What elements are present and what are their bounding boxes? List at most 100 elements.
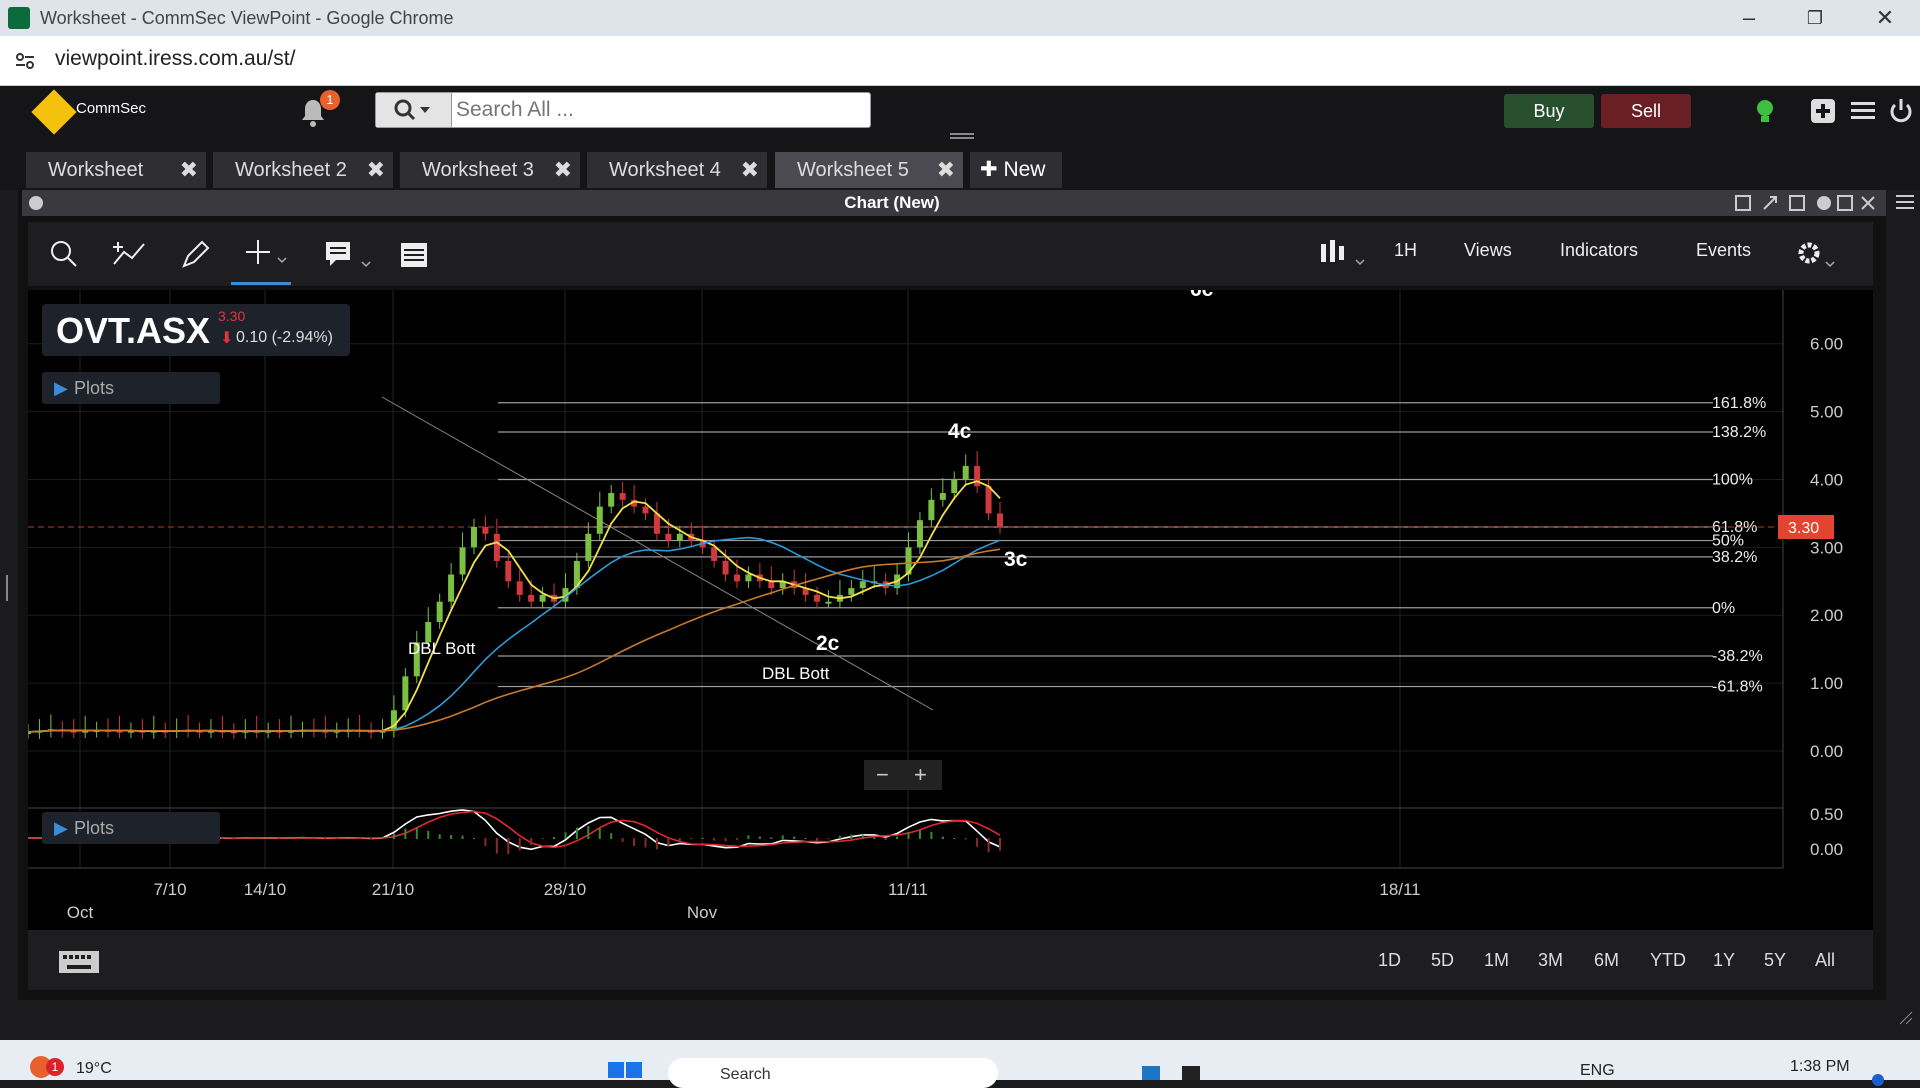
histogram-bar	[781, 835, 784, 839]
site-settings-icon[interactable]	[14, 50, 36, 72]
candle-body	[745, 574, 752, 582]
candle-body	[585, 533, 592, 561]
range-1m[interactable]: 1M	[1484, 950, 1509, 971]
chart-toolbar: 1H Views Indicators Events	[28, 222, 1873, 286]
views-dropdown[interactable]: Views	[1464, 240, 1512, 261]
histogram-bar	[530, 838, 533, 846]
range-3m[interactable]: 3M	[1538, 950, 1563, 971]
search-type-button[interactable]	[376, 93, 452, 127]
tab-worksheet-1[interactable]: Worksheet ✖	[26, 152, 206, 188]
histogram-bar	[404, 828, 407, 839]
close-tab-icon[interactable]: ✖	[937, 152, 955, 188]
close-icon[interactable]: ✕	[1870, 4, 1900, 32]
taskbar-apps[interactable]	[1142, 1060, 1282, 1080]
settings-gear-icon[interactable]	[1796, 240, 1846, 270]
range-5y[interactable]: 5Y	[1764, 950, 1786, 971]
panel-window-controls[interactable]	[1734, 194, 1884, 212]
range-6m[interactable]: 6M	[1594, 950, 1619, 971]
power-icon[interactable]	[1886, 96, 1916, 126]
price-axis-tick: 4.00	[1810, 470, 1843, 489]
comment-icon[interactable]	[324, 240, 372, 270]
close-tab-icon[interactable]: ✖	[741, 152, 759, 188]
lightbulb-icon[interactable]	[1750, 96, 1780, 126]
range-1d[interactable]: 1D	[1378, 950, 1401, 971]
restore-icon[interactable]: ❐	[1800, 4, 1830, 32]
histogram-bar	[724, 838, 727, 842]
tab-label: Worksheet 3	[422, 159, 534, 181]
new-tab-button[interactable]: ✚ New	[970, 152, 1062, 188]
histogram-bar	[564, 832, 567, 839]
chart-area[interactable]: 6.00 5.00 4.00 3.00 2.00 1.00 0.00 161.8% 138.2%…	[25, 278, 1873, 930]
wave-annotation: DBL Bott	[762, 664, 830, 683]
histogram-bar	[644, 838, 647, 848]
buy-button[interactable]: Buy	[1504, 94, 1594, 128]
candle-body	[459, 547, 466, 575]
wave-annotation: 4c	[948, 420, 972, 443]
candle-body	[814, 594, 821, 602]
symbol-price: 3.30	[218, 308, 246, 324]
candle-body	[848, 588, 855, 595]
histogram-bar	[438, 834, 441, 839]
clock-time[interactable]: 1:38 PM	[1790, 1058, 1850, 1076]
close-tab-icon[interactable]: ✖	[554, 152, 572, 188]
resize-corner-icon[interactable]	[1898, 1010, 1914, 1026]
weather-temp[interactable]: 19°C	[76, 1060, 112, 1078]
windows-start-icon[interactable]	[608, 1062, 644, 1080]
histogram-bar	[633, 838, 636, 847]
hamburger-icon[interactable]	[1896, 192, 1914, 214]
crosshair-icon[interactable]	[244, 238, 290, 270]
interval-dropdown[interactable]: 1H	[1394, 240, 1417, 261]
plots-toggle-indicator[interactable]: ▶ Plots	[42, 812, 220, 844]
left-resize-handle[interactable]	[4, 575, 10, 601]
range-ytd[interactable]: YTD	[1650, 950, 1686, 971]
fib-level-label: 138.2%	[1712, 424, 1766, 441]
worksheet-tabs: Worksheet ✖ Worksheet 2 ✖ Worksheet 3 ✖ Wor…	[0, 148, 1920, 190]
events-dropdown[interactable]: Events	[1696, 240, 1751, 261]
price-chart[interactable]: 6.00 5.00 4.00 3.00 2.00 1.00 0.00 161.8% 138.2%…	[25, 278, 1873, 930]
tab-worksheet-5[interactable]: Worksheet 5 ✖	[775, 152, 963, 188]
fib-level-label: 50%	[1712, 533, 1744, 550]
search-icon	[394, 99, 430, 121]
ma-mid-line	[27, 536, 1001, 733]
histogram-bar	[541, 838, 544, 840]
candle-body	[402, 676, 409, 711]
add-widget-icon[interactable]	[1808, 96, 1838, 126]
price-axis-tick: 3.00	[1810, 538, 1843, 557]
close-tab-icon[interactable]: ✖	[367, 152, 385, 188]
candlestick-type-icon[interactable]	[1318, 238, 1368, 270]
range-1y[interactable]: 1Y	[1713, 950, 1735, 971]
indicators-dropdown[interactable]: Indicators	[1560, 240, 1638, 261]
sell-button[interactable]: Sell	[1601, 94, 1691, 128]
minimize-icon[interactable]: –	[1734, 4, 1764, 32]
zoom-control: − +	[864, 760, 942, 790]
zoom-search-icon[interactable]	[50, 240, 78, 268]
price-axis-tick: 5.00	[1810, 403, 1843, 422]
panel-header: Chart (New)	[22, 190, 1886, 216]
close-tab-icon[interactable]: ✖	[180, 152, 198, 188]
search-input[interactable]	[456, 93, 866, 127]
histogram-bar	[941, 836, 944, 839]
indicator-axis-tick: 0.50	[1810, 805, 1843, 824]
url-text[interactable]: viewpoint.iress.com.au/st/	[55, 47, 295, 71]
tab-worksheet-2[interactable]: Worksheet 2 ✖	[213, 152, 393, 188]
histogram-bar	[221, 838, 224, 840]
zoom-in-button[interactable]: +	[914, 762, 927, 788]
keyboard-icon[interactable]	[58, 950, 100, 974]
tab-worksheet-4[interactable]: Worksheet 4 ✖	[587, 152, 767, 188]
tab-worksheet-3[interactable]: Worksheet 3 ✖	[400, 152, 580, 188]
plots-toggle-price[interactable]: ▶ Plots	[42, 372, 220, 404]
trendline-icon[interactable]	[112, 240, 146, 268]
menu-icon[interactable]	[1848, 96, 1878, 126]
drag-handle-icon[interactable]	[950, 132, 974, 140]
time-axis-tick: 28/10	[544, 880, 587, 899]
range-all[interactable]: All	[1815, 950, 1835, 971]
price-axis-tick: 2.00	[1810, 606, 1843, 625]
language-indicator[interactable]: ENG	[1580, 1062, 1615, 1080]
table-icon[interactable]	[400, 242, 428, 268]
histogram-bar	[735, 838, 738, 840]
range-5d[interactable]: 5D	[1431, 950, 1454, 971]
candle-body	[493, 533, 500, 561]
pencil-icon[interactable]	[180, 240, 210, 270]
taskbar-search[interactable]: Search	[668, 1058, 998, 1088]
zoom-out-button[interactable]: −	[876, 762, 889, 788]
